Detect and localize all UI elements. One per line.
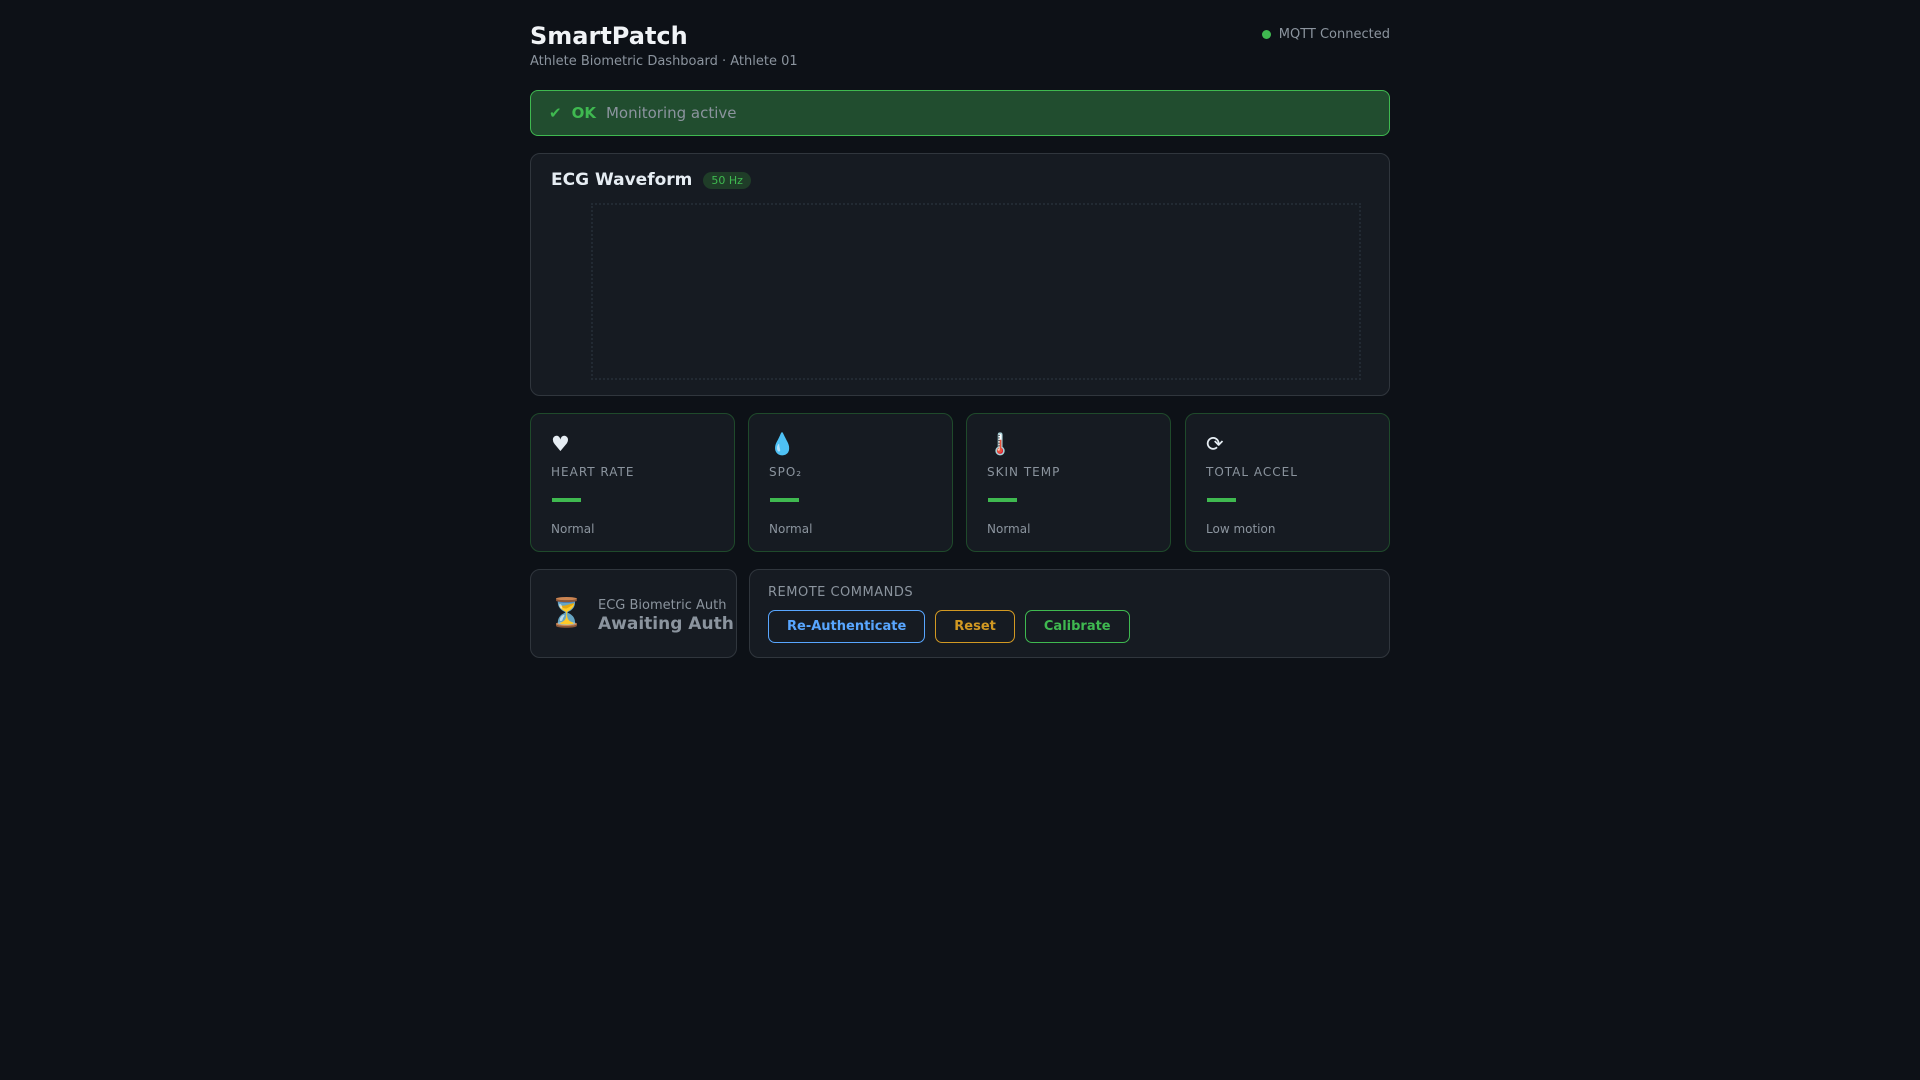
metric-card-total-accel: ⟳ TOTAL ACCEL Low motion [1185,413,1390,552]
droplet-icon: 💧 [769,432,796,456]
metric-label: SPO₂ [769,465,803,479]
heart-icon: ♥ [551,432,570,456]
metric-status: Low motion [1206,522,1276,536]
metric-status: Normal [987,522,1031,536]
ecg-card: ECG Waveform 50 Hz [530,153,1390,396]
status-dot-icon [1261,30,1271,39]
metric-value-placeholder [988,498,1017,502]
rotate-icon: ⟳ [1206,432,1224,456]
app-title: SmartPatch [530,22,688,50]
reset-button[interactable]: Reset [935,610,1015,643]
re-authenticate-button[interactable]: Re-Authenticate [768,610,926,643]
metric-card-spo2: 💧 SPO₂ Normal [748,413,953,552]
status-label: OK [571,104,596,122]
ecg-title: ECG Waveform [551,170,693,190]
remote-commands-card: REMOTE COMMANDS Re-Authenticate Reset Ca… [749,569,1390,658]
connection-label: MQTT Connected [1278,27,1390,42]
check-icon: ✔ [549,104,562,122]
command-buttons: Re-Authenticate Reset Calibrate [768,610,1130,643]
auth-card: ⏳ ECG Biometric Auth Awaiting Auth [530,569,737,658]
status-message: Monitoring active [605,104,737,122]
metric-label: TOTAL ACCEL [1206,465,1298,479]
remote-commands-heading: REMOTE COMMANDS [768,585,914,600]
sample-rate-badge: 50 Hz [703,171,751,189]
metric-value-placeholder [1207,498,1236,502]
app-subtitle: Athlete Biometric Dashboard · Athlete 01 [530,54,798,69]
metric-value-placeholder [552,498,581,502]
metric-card-heart-rate: ♥ HEART RATE Normal [530,413,735,552]
status-banner: ✔ OK Monitoring active [530,90,1390,136]
metric-status: Normal [769,522,813,536]
metric-status: Normal [551,522,595,536]
metric-label: SKIN TEMP [987,465,1061,479]
calibrate-button[interactable]: Calibrate [1024,610,1130,643]
auth-label: ECG Biometric Auth [598,598,727,613]
metric-value-placeholder [770,498,799,502]
metric-label: HEART RATE [551,465,635,479]
ecg-chart-area [591,203,1361,380]
hourglass-icon: ⏳ [549,596,584,629]
ecg-header: ECG Waveform 50 Hz [551,170,751,190]
auth-status: Awaiting Auth [598,614,734,634]
thermometer-icon: 🌡️ [987,432,1014,456]
metric-card-skin-temp: 🌡️ SKIN TEMP Normal [966,413,1171,552]
connection-status: MQTT Connected [1261,27,1390,42]
